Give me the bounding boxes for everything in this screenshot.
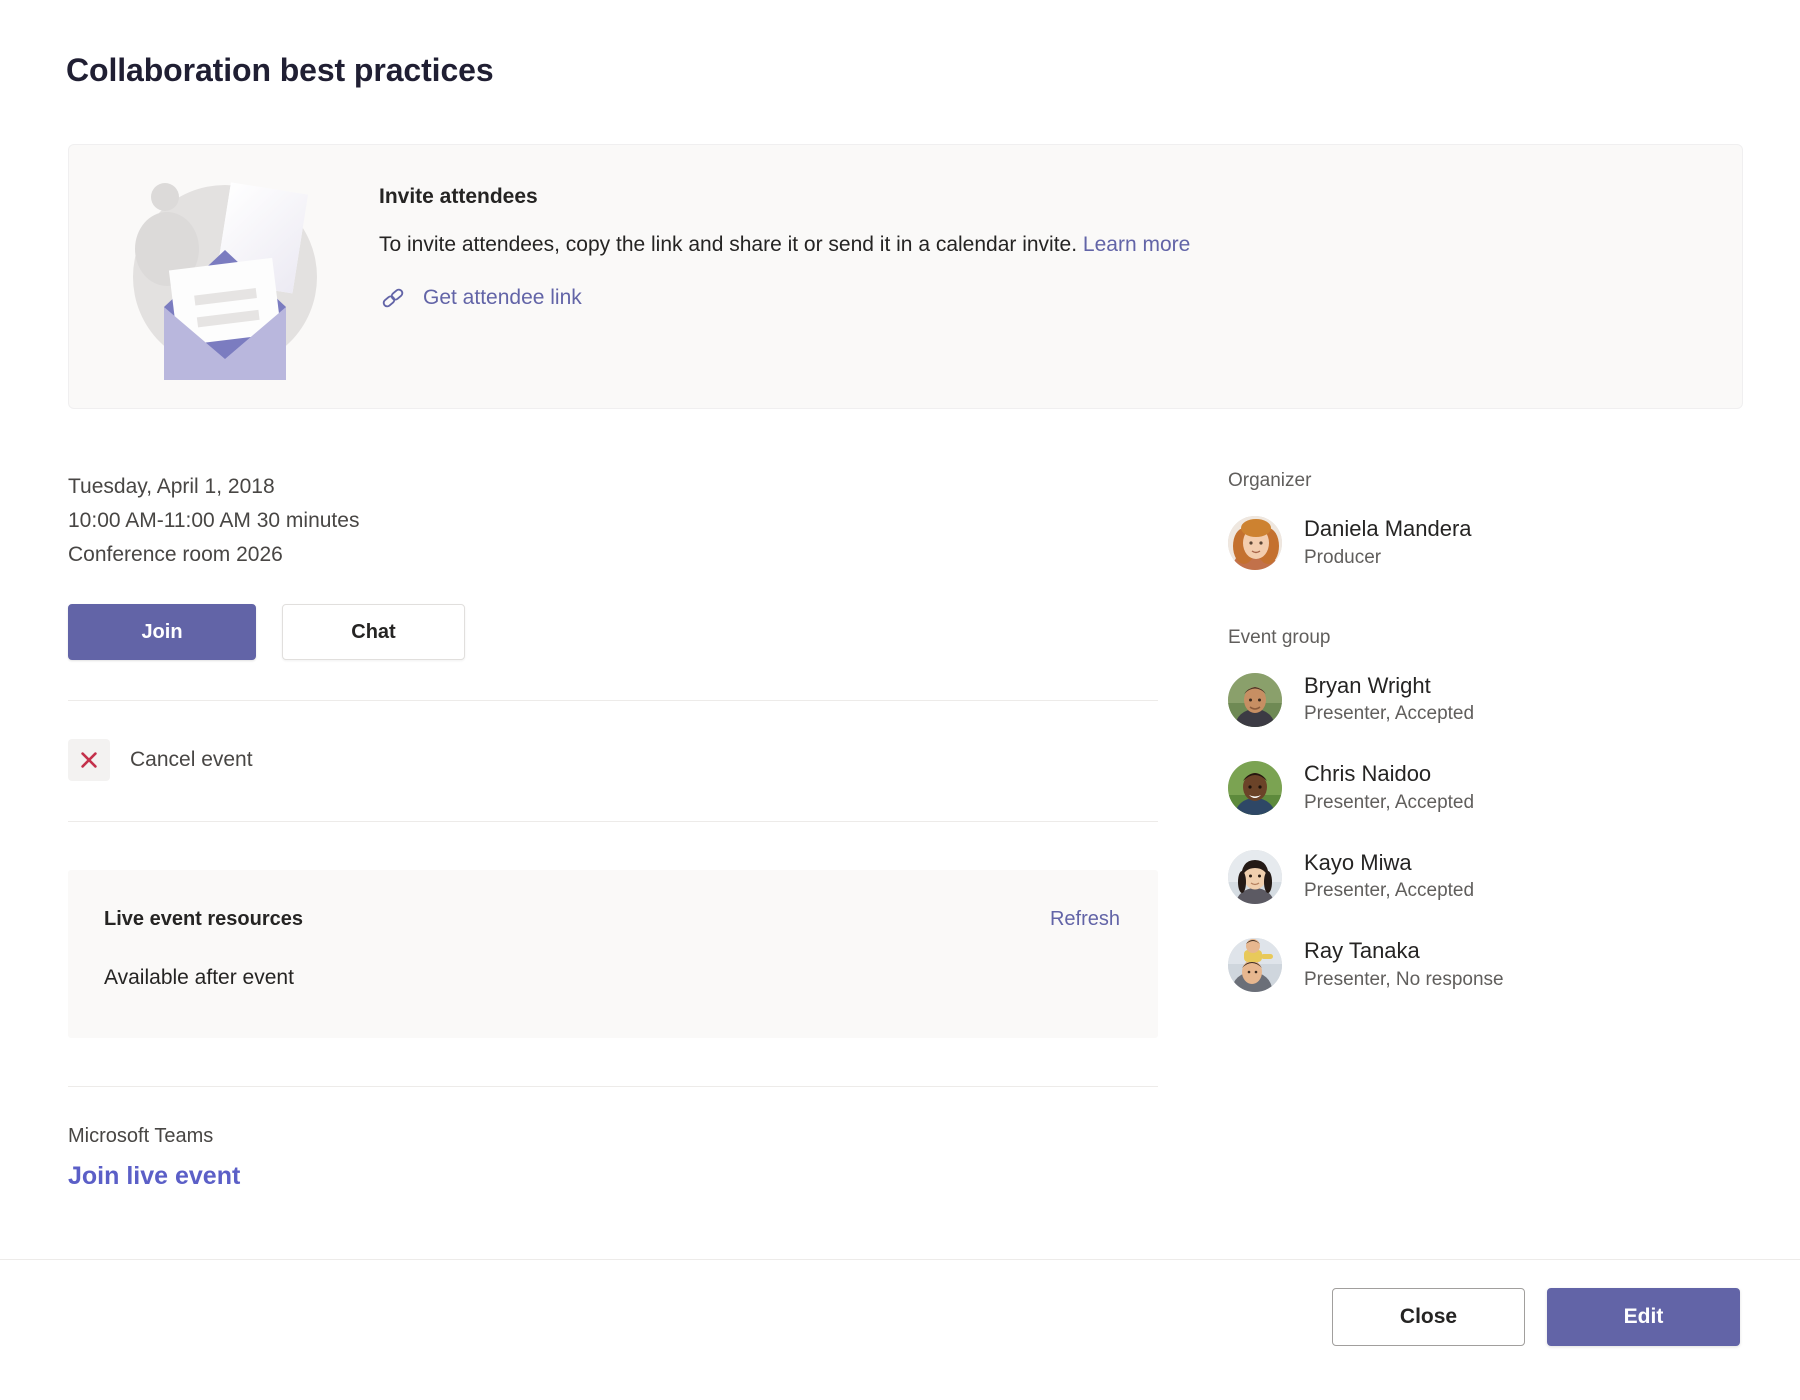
member-name: Ray Tanaka bbox=[1304, 938, 1504, 965]
avatar bbox=[1228, 850, 1282, 904]
get-attendee-link-label[interactable]: Get attendee link bbox=[423, 286, 582, 310]
event-details-page: Collaboration best practices bbox=[0, 0, 1800, 1400]
join-live-event-link[interactable]: Join live event bbox=[68, 1162, 1158, 1191]
close-x-icon bbox=[68, 739, 110, 781]
organizer-section-label: Organizer bbox=[1228, 470, 1748, 492]
avatar bbox=[1228, 761, 1282, 815]
avatar bbox=[1228, 938, 1282, 992]
event-details-column: Tuesday, April 1, 2018 10:00 AM-11:00 AM… bbox=[68, 470, 1158, 1191]
member-role: Presenter, Accepted bbox=[1304, 702, 1474, 727]
refresh-link[interactable]: Refresh bbox=[1050, 908, 1120, 931]
chat-button[interactable]: Chat bbox=[282, 604, 465, 660]
list-item[interactable]: Chris Naidoo Presenter, Accepted bbox=[1228, 761, 1748, 816]
avatar bbox=[1228, 516, 1282, 570]
learn-more-link[interactable]: Learn more bbox=[1083, 233, 1190, 256]
list-item[interactable]: Ray Tanaka Presenter, No response bbox=[1228, 938, 1748, 993]
member-role: Presenter, Accepted bbox=[1304, 791, 1474, 816]
live-event-resources-card: Live event resources Refresh Available a… bbox=[68, 870, 1158, 1038]
get-attendee-link-row[interactable]: Get attendee link bbox=[379, 284, 1712, 312]
organizer-info: Daniela Mandera Producer bbox=[1304, 516, 1472, 571]
join-button[interactable]: Join bbox=[68, 604, 256, 660]
member-role: Presenter, No response bbox=[1304, 968, 1504, 993]
invite-banner-description-text: To invite attendees, copy the link and s… bbox=[379, 233, 1077, 256]
list-item[interactable]: Bryan Wright Presenter, Accepted bbox=[1228, 673, 1748, 728]
list-item[interactable]: Kayo Miwa Presenter, Accepted bbox=[1228, 850, 1748, 905]
invite-illustration bbox=[107, 167, 337, 387]
resources-title: Live event resources bbox=[104, 908, 303, 931]
avatar bbox=[1228, 673, 1282, 727]
organizer-row[interactable]: Daniela Mandera Producer bbox=[1228, 516, 1748, 571]
footer-divider bbox=[0, 1259, 1800, 1260]
event-group-section-label: Event group bbox=[1228, 627, 1748, 649]
divider-below-cancel bbox=[68, 821, 1158, 822]
divider-above-cancel bbox=[68, 700, 1158, 701]
member-name: Kayo Miwa bbox=[1304, 850, 1474, 877]
event-date: Tuesday, April 1, 2018 bbox=[68, 470, 1158, 504]
divider-below-resources bbox=[68, 1086, 1158, 1087]
invite-banner-heading: Invite attendees bbox=[379, 185, 1712, 209]
member-info: Chris Naidoo Presenter, Accepted bbox=[1304, 761, 1474, 816]
teams-app-label: Microsoft Teams bbox=[68, 1125, 1158, 1148]
member-info: Ray Tanaka Presenter, No response bbox=[1304, 938, 1504, 993]
event-action-buttons: Join Chat bbox=[68, 604, 1158, 660]
chain-link-icon bbox=[379, 284, 407, 312]
cancel-event-label[interactable]: Cancel event bbox=[130, 748, 253, 772]
resources-status: Available after event bbox=[104, 966, 294, 990]
close-button[interactable]: Close bbox=[1332, 1288, 1525, 1346]
event-location: Conference room 2026 bbox=[68, 538, 1158, 572]
member-info: Bryan Wright Presenter, Accepted bbox=[1304, 673, 1474, 728]
page-title: Collaboration best practices bbox=[66, 52, 494, 89]
organizer-name: Daniela Mandera bbox=[1304, 516, 1472, 543]
cancel-event-row[interactable]: Cancel event bbox=[68, 739, 1158, 781]
invite-banner-body: Invite attendees To invite attendees, co… bbox=[379, 185, 1712, 312]
event-time: 10:00 AM-11:00 AM 30 minutes bbox=[68, 504, 1158, 538]
member-role: Presenter, Accepted bbox=[1304, 879, 1474, 904]
invite-banner-description: To invite attendees, copy the link and s… bbox=[379, 231, 1712, 258]
member-name: Chris Naidoo bbox=[1304, 761, 1474, 788]
footer-actions: Close Edit bbox=[1332, 1288, 1740, 1346]
member-name: Bryan Wright bbox=[1304, 673, 1474, 700]
member-info: Kayo Miwa Presenter, Accepted bbox=[1304, 850, 1474, 905]
participants-column: Organizer Daniela Mandera Producer bbox=[1228, 470, 1748, 1027]
edit-button[interactable]: Edit bbox=[1547, 1288, 1740, 1346]
organizer-role: Producer bbox=[1304, 546, 1472, 571]
invite-attendees-banner: Invite attendees To invite attendees, co… bbox=[68, 144, 1743, 409]
